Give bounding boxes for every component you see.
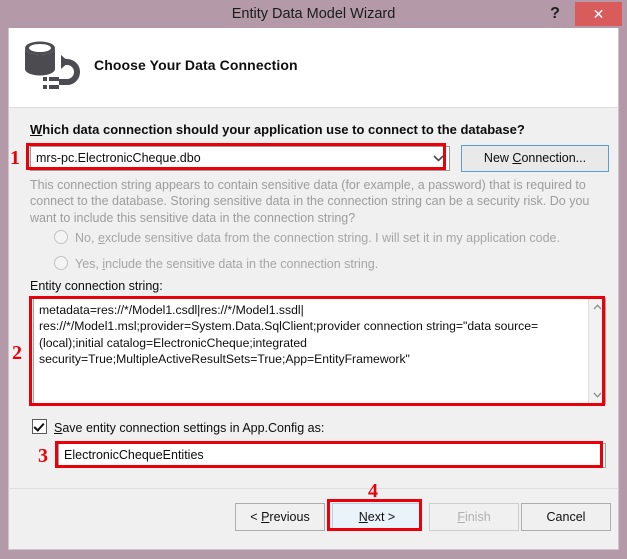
radio-include-sensitive-data[interactable]: Yes, include the sensitive data in the c…	[54, 255, 378, 273]
next-post: ext >	[367, 510, 396, 524]
sensitive-data-warning: This connection string appears to contai…	[30, 178, 590, 225]
dialog-footer: < Previous Next > Finish Cancel	[8, 488, 619, 550]
window-title: Entity Data Model Wizard	[231, 6, 396, 22]
textarea-scrollbar[interactable]	[588, 299, 605, 403]
connection-combo[interactable]: mrs-pc.ElectronicCheque.dbo	[30, 146, 450, 171]
next-accel: N	[358, 510, 368, 524]
titlebar: Entity Data Model Wizard ? ✕	[0, 0, 627, 28]
new-connection-post: onnection...	[521, 151, 587, 165]
radio-include-pre: Yes,	[75, 257, 103, 271]
save-name-input[interactable]: ElectronicChequeEntities	[58, 443, 606, 468]
save-name-value: ElectronicChequeEntities	[64, 448, 204, 462]
save-settings-checkbox[interactable]: Save entity connection settings in App.C…	[32, 419, 324, 435]
scroll-down-icon[interactable]	[589, 387, 605, 403]
radio-exclude-pre: No,	[75, 231, 98, 245]
previous-pre: <	[250, 510, 262, 524]
radio-exclude-sensitive-data[interactable]: No, exclude sensitive data from the conn…	[54, 229, 560, 247]
checkbox-checked-icon	[32, 419, 47, 434]
cancel-button[interactable]: Cancel	[521, 503, 611, 531]
previous-post: revious	[269, 510, 310, 524]
save-checkbox-label: ave entity connection settings in App.Co…	[62, 421, 325, 435]
radio-include-post: nclude the sensitive data in the connect…	[105, 257, 379, 271]
next-button[interactable]: Next >	[332, 503, 422, 531]
entity-connection-string-label: Entity connection string:	[30, 279, 163, 293]
connection-combo-value: mrs-pc.ElectronicCheque.dbo	[36, 151, 201, 165]
connection-combo-wrap: mrs-pc.ElectronicCheque.dbo	[30, 146, 450, 171]
finish-post: inish	[464, 510, 491, 524]
chevron-down-icon[interactable]	[428, 147, 449, 170]
connection-question-label: Which data connection should your applic…	[30, 122, 525, 137]
previous-button[interactable]: < Previous	[235, 503, 325, 531]
page-title: Choose Your Data Connection	[94, 57, 298, 73]
help-icon[interactable]: ?	[541, 0, 569, 27]
radio-exclude-post: xclude sensitive data from the connectio…	[104, 231, 560, 245]
finish-button: Finish	[429, 503, 519, 531]
finish-accel: F	[457, 510, 465, 524]
radio-exclude-accel: e	[97, 231, 105, 245]
radio-icon	[54, 256, 68, 270]
close-icon[interactable]: ✕	[575, 2, 622, 26]
new-connection-button[interactable]: New Connection...	[461, 145, 609, 172]
question-text: hich data connection should your applica…	[42, 122, 525, 137]
entity-data-model-wizard-dialog: Entity Data Model Wizard ? ✕ Choose Your…	[0, 0, 627, 559]
entity-connection-string-value: metadata=res://*/Model1.csdl|res://*/Mod…	[39, 303, 539, 367]
entity-connection-string-textarea[interactable]: metadata=res://*/Model1.csdl|res://*/Mod…	[33, 298, 606, 404]
radio-icon	[54, 230, 68, 244]
new-connection-pre: New	[483, 151, 513, 165]
scroll-up-icon[interactable]	[589, 299, 605, 315]
question-accel-char: W	[30, 122, 43, 137]
database-connection-icon	[21, 39, 85, 97]
cancel-label: Cancel	[546, 510, 586, 524]
dialog-header: Choose Your Data Connection	[8, 28, 619, 107]
dialog-body: Which data connection should your applic…	[8, 107, 619, 488]
